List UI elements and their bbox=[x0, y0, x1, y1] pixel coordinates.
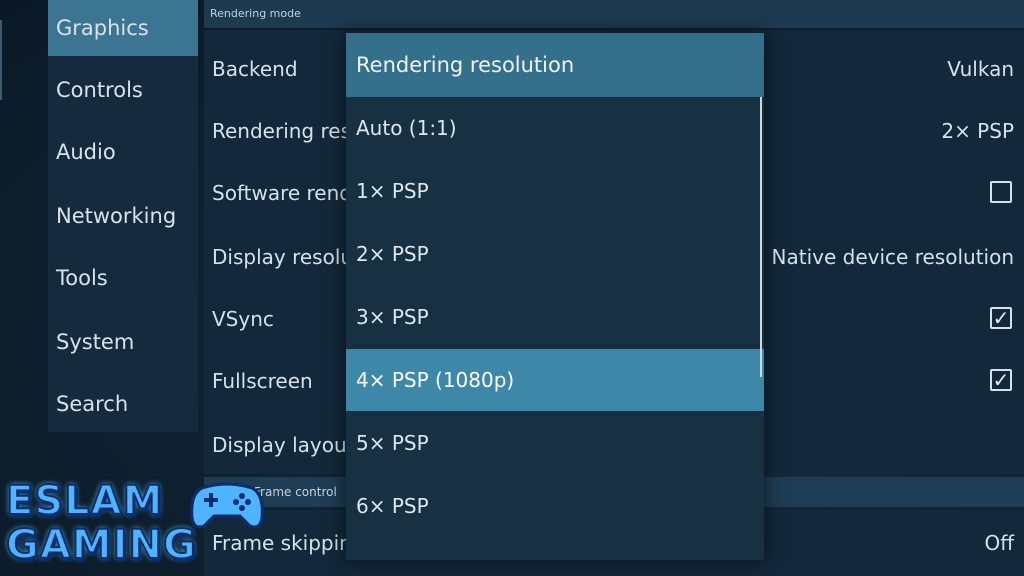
vsync-checkbox[interactable]: ✓ bbox=[990, 307, 1012, 329]
gamepad-icon bbox=[190, 482, 264, 529]
popup-option[interactable]: 5× PSP bbox=[346, 412, 764, 474]
back-edge bbox=[0, 20, 10, 100]
setting-label: Rendering reso bbox=[212, 119, 364, 143]
logo-line1: ESLAM bbox=[5, 477, 164, 525]
popup-option-selected[interactable]: 4× PSP (1080p) bbox=[346, 349, 764, 411]
setting-value: Vulkan bbox=[947, 57, 1014, 81]
setting-label: VSync bbox=[212, 307, 274, 331]
sidebar-item-networking[interactable]: Networking bbox=[48, 188, 198, 244]
setting-label: Fullscreen bbox=[212, 369, 313, 393]
logo-line2: GAMING bbox=[5, 521, 197, 569]
sidebar-item-controls[interactable]: Controls bbox=[48, 62, 198, 118]
software-rendering-checkbox[interactable] bbox=[990, 181, 1012, 203]
sidebar-item-tools[interactable]: Tools bbox=[48, 250, 198, 306]
setting-value: Native device resolution bbox=[771, 245, 1014, 269]
popup-option[interactable]: 3× PSP bbox=[346, 286, 764, 348]
sidebar-item-search[interactable]: Search bbox=[48, 376, 198, 432]
watermark-logo: ESLAM GAMING bbox=[5, 477, 266, 574]
fullscreen-checkbox[interactable]: ✓ bbox=[990, 369, 1012, 391]
setting-value: 2× PSP bbox=[941, 119, 1014, 143]
sidebar-item-system[interactable]: System bbox=[48, 314, 198, 370]
setting-label: Backend bbox=[212, 57, 298, 81]
popup-option[interactable]: Auto (1:1) bbox=[346, 97, 764, 159]
section-header: Rendering mode bbox=[204, 0, 1024, 28]
setting-value: Off bbox=[984, 531, 1014, 555]
popup-option[interactable]: 2× PSP bbox=[346, 223, 764, 285]
popup-scroll-edge bbox=[760, 97, 762, 377]
sidebar-item-audio[interactable]: Audio bbox=[48, 124, 198, 180]
popup-option[interactable]: 1× PSP bbox=[346, 160, 764, 222]
popup-option[interactable]: 6× PSP bbox=[346, 475, 764, 537]
sidebar-item-graphics[interactable]: Graphics bbox=[48, 0, 198, 56]
rendering-resolution-popup: Rendering resolution Auto (1:1) 1× PSP 2… bbox=[346, 33, 764, 560]
settings-sidebar: Graphics Controls Audio Networking Tools… bbox=[48, 0, 198, 432]
popup-title: Rendering resolution bbox=[346, 33, 764, 97]
